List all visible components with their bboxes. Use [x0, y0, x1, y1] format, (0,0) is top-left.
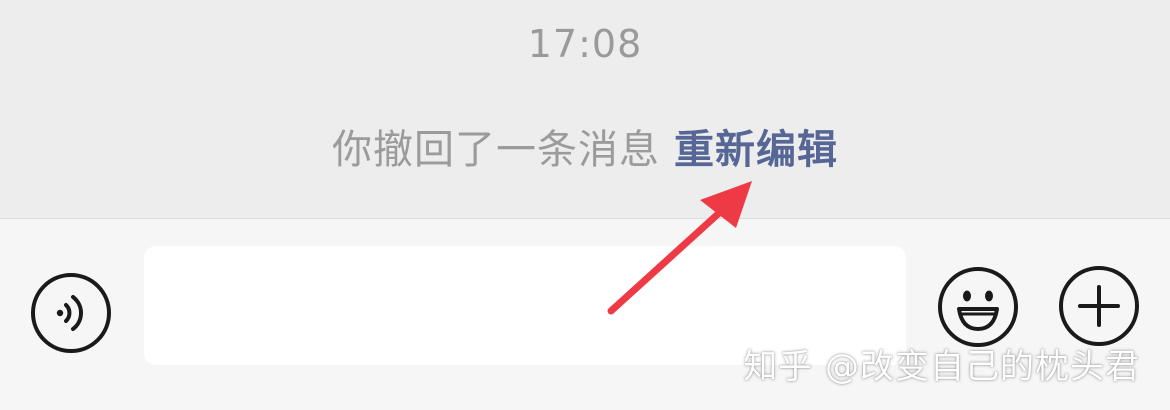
recall-notice: 你撤回了一条消息 重新编辑 — [0, 124, 1170, 176]
more-button[interactable] — [1058, 265, 1140, 347]
emoji-button[interactable] — [936, 265, 1020, 349]
recall-notice-text: 你撤回了一条消息 — [332, 127, 660, 173]
watermark: 知乎 @改变自己的枕头君 — [743, 347, 1140, 387]
reedit-link[interactable]: 重新编辑 — [674, 127, 838, 173]
voice-button[interactable] — [30, 272, 112, 354]
emoji-icon — [938, 267, 1018, 347]
voice-icon — [31, 273, 111, 353]
chat-area: 17:08 你撤回了一条消息 重新编辑 — [0, 0, 1170, 218]
plus-icon — [1059, 266, 1139, 346]
message-timestamp: 17:08 — [527, 22, 643, 66]
